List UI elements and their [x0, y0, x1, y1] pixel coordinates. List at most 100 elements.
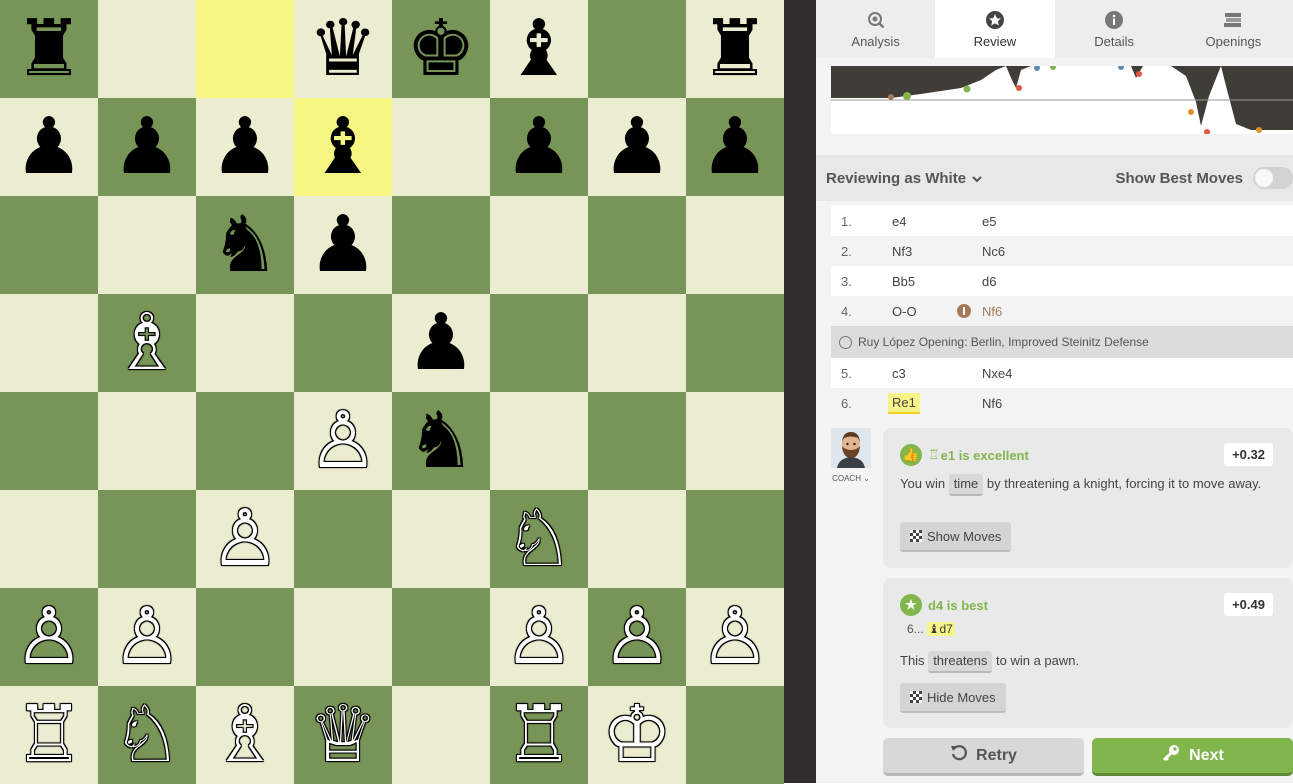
white-move[interactable]: Bb5	[892, 274, 982, 289]
square-c7[interactable]: ♟	[196, 98, 294, 196]
white-move-current[interactable]: Re1	[888, 392, 982, 414]
square-h2[interactable]: ♙	[686, 588, 784, 686]
black-pawn-icon[interactable]: ♟	[14, 108, 84, 186]
white-bishop-icon[interactable]: ♗	[210, 696, 280, 774]
square-e7[interactable]	[392, 98, 490, 196]
black-bishop-icon[interactable]: ♝	[308, 108, 378, 186]
square-d5[interactable]	[294, 294, 392, 392]
black-move[interactable]: Nc6	[982, 244, 1102, 259]
black-rook-icon[interactable]: ♜	[700, 10, 770, 88]
square-e4[interactable]: ♞	[392, 392, 490, 490]
square-f3[interactable]: ♘	[490, 490, 588, 588]
evaluation-graph[interactable]	[831, 66, 1293, 134]
white-move[interactable]: e4	[892, 214, 982, 229]
white-knight-icon[interactable]: ♘	[504, 500, 574, 578]
show-best-moves-toggle[interactable]	[1253, 167, 1293, 189]
square-f1[interactable]: ♖	[490, 686, 588, 784]
white-pawn-icon[interactable]: ♙	[700, 598, 770, 676]
black-move-book[interactable]: Nf6	[957, 304, 1102, 319]
square-g6[interactable]	[588, 196, 686, 294]
square-g4[interactable]	[588, 392, 686, 490]
next-button[interactable]: Next	[1092, 738, 1293, 776]
square-g2[interactable]: ♙	[588, 588, 686, 686]
white-pawn-icon[interactable]: ♙	[602, 598, 672, 676]
square-d3[interactable]	[294, 490, 392, 588]
square-e6[interactable]	[392, 196, 490, 294]
square-h5[interactable]	[686, 294, 784, 392]
square-h7[interactable]: ♟	[686, 98, 784, 196]
square-d1[interactable]: ♕	[294, 686, 392, 784]
reviewing-as-dropdown[interactable]: Reviewing as White	[826, 170, 982, 187]
square-c1[interactable]: ♗	[196, 686, 294, 784]
square-a7[interactable]: ♟	[0, 98, 98, 196]
square-d8[interactable]: ♛	[294, 0, 392, 98]
black-pawn-icon[interactable]: ♟	[700, 108, 770, 186]
square-c4[interactable]	[196, 392, 294, 490]
black-knight-icon[interactable]: ♞	[210, 206, 280, 284]
square-h8[interactable]: ♜	[686, 0, 784, 98]
white-pawn-icon[interactable]: ♙	[308, 402, 378, 480]
tab-details[interactable]: Details	[1055, 0, 1174, 58]
square-h1[interactable]	[686, 686, 784, 784]
white-rook-icon[interactable]: ♖	[14, 696, 84, 774]
black-move[interactable]: Nxe4	[982, 366, 1102, 381]
tab-review[interactable]: Review	[935, 0, 1055, 58]
square-f7[interactable]: ♟	[490, 98, 588, 196]
white-knight-icon[interactable]: ♘	[112, 696, 182, 774]
line-move[interactable]: ♝d7	[926, 622, 955, 636]
white-pawn-icon[interactable]: ♙	[210, 500, 280, 578]
square-b8[interactable]	[98, 0, 196, 98]
black-pawn-icon[interactable]: ♟	[112, 108, 182, 186]
square-h4[interactable]	[686, 392, 784, 490]
square-b3[interactable]	[98, 490, 196, 588]
black-knight-icon[interactable]: ♞	[406, 402, 476, 480]
square-a2[interactable]: ♙	[0, 588, 98, 686]
square-d2[interactable]	[294, 588, 392, 686]
black-move[interactable]: d6	[982, 274, 1102, 289]
black-bishop-icon[interactable]: ♝	[504, 10, 574, 88]
hide-moves-button[interactable]: Hide Moves	[900, 683, 1006, 713]
keyword-chip[interactable]: threatens	[928, 651, 993, 673]
square-b1[interactable]: ♘	[98, 686, 196, 784]
square-e1[interactable]	[392, 686, 490, 784]
black-queen-icon[interactable]: ♛	[308, 10, 378, 88]
square-g1[interactable]: ♔	[588, 686, 686, 784]
square-e5[interactable]: ♟	[392, 294, 490, 392]
square-c2[interactable]	[196, 588, 294, 686]
square-f8[interactable]: ♝	[490, 0, 588, 98]
square-h6[interactable]	[686, 196, 784, 294]
square-e3[interactable]	[392, 490, 490, 588]
square-f6[interactable]	[490, 196, 588, 294]
square-d4[interactable]: ♙	[294, 392, 392, 490]
white-pawn-icon[interactable]: ♙	[14, 598, 84, 676]
white-pawn-icon[interactable]: ♙	[112, 598, 182, 676]
square-f4[interactable]	[490, 392, 588, 490]
opening-name-row[interactable]: Ruy López Opening: Berlin, Improved Stei…	[831, 326, 1293, 358]
square-a1[interactable]: ♖	[0, 686, 98, 784]
black-pawn-icon[interactable]: ♟	[210, 108, 280, 186]
white-move[interactable]: Nf3	[892, 244, 982, 259]
square-e2[interactable]	[392, 588, 490, 686]
tab-analysis[interactable]: Analysis	[816, 0, 935, 58]
keyword-chip[interactable]: time	[948, 474, 984, 496]
coach-dropdown[interactable]: COACH ⌄	[831, 474, 871, 483]
square-c5[interactable]	[196, 294, 294, 392]
white-rook-icon[interactable]: ♖	[504, 696, 574, 774]
square-h3[interactable]	[686, 490, 784, 588]
square-d7[interactable]: ♝	[294, 98, 392, 196]
black-pawn-icon[interactable]: ♟	[602, 108, 672, 186]
square-b6[interactable]	[98, 196, 196, 294]
chess-board[interactable]: ♜ ♛ ♚ ♝ ♜ ♟ ♟ ♟ ♝ ♟ ♟ ♟ ♞ ♟ ♗ ♟ ♙ ♞ ♙ ♘ ♙ ♙ ♙ ♙ ♙ ♖ ♘ ♗ ♕ ♖ ♔	[0, 0, 784, 784]
square-d6[interactable]: ♟	[294, 196, 392, 294]
white-move[interactable]: c3	[892, 366, 982, 381]
square-c6[interactable]: ♞	[196, 196, 294, 294]
black-pawn-icon[interactable]: ♟	[406, 304, 476, 382]
white-king-icon[interactable]: ♔	[602, 696, 672, 774]
tab-openings[interactable]: Openings	[1174, 0, 1293, 58]
square-g5[interactable]	[588, 294, 686, 392]
square-a4[interactable]	[0, 392, 98, 490]
white-queen-icon[interactable]: ♕	[308, 696, 378, 774]
square-e8[interactable]: ♚	[392, 0, 490, 98]
black-king-icon[interactable]: ♚	[406, 10, 476, 88]
square-b4[interactable]	[98, 392, 196, 490]
